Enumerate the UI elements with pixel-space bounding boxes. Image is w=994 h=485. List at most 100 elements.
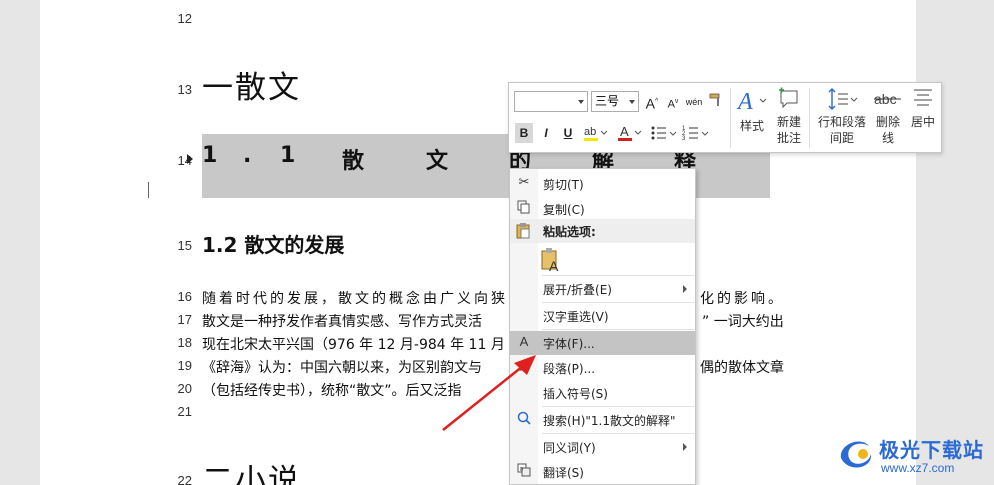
menu-item-label: 搜索(H)"1.1散文的解释" — [543, 414, 676, 428]
watermark-swirl-icon — [840, 441, 872, 468]
chevron-down-icon — [629, 100, 635, 104]
line-spacing-label: 行和段落 间距 — [817, 115, 866, 145]
heading-char: . — [243, 143, 254, 168]
menu-item-synonyms[interactable]: 同义词(Y) — [510, 435, 695, 459]
heading-1-novel[interactable]: 二小说 — [202, 455, 301, 485]
document-page[interactable]: 12 13 14 15 16 17 18 19 20 21 22 一散文 1 .… — [40, 0, 916, 485]
svg-text:A: A — [620, 124, 629, 139]
paragraph-line[interactable]: 散文是一种抒发作者真情实感、写作方式灵活 — [202, 311, 482, 331]
line-number: 13 — [177, 82, 192, 97]
numbering-button[interactable]: 123 — [681, 123, 711, 143]
styles-button[interactable]: A 样式 — [733, 87, 771, 149]
menu-item-translate[interactable]: a 翻译(S) — [510, 460, 695, 484]
menu-separator — [542, 329, 694, 330]
svg-text:A: A — [736, 89, 753, 115]
paste-options-label: 粘贴选项: — [543, 225, 596, 239]
text-cursor — [148, 182, 149, 198]
menu-item-insert-symbol[interactable]: 插入符号(S) — [510, 381, 695, 405]
line-number: 18 — [177, 335, 192, 350]
new-comment-button[interactable]: 新建 批注 — [772, 87, 806, 149]
line-number: 22 — [177, 473, 192, 485]
line-number: 21 — [177, 404, 192, 419]
menu-item-font[interactable]: A 字体(F)... — [510, 331, 695, 355]
strikethrough-button[interactable]: abc 删除 线 — [871, 87, 905, 149]
paragraph-tail[interactable]: ” 一词大约出 — [702, 311, 784, 331]
grow-font-button[interactable]: A^ — [643, 92, 661, 112]
new-comment-label: 新建 批注 — [776, 115, 801, 145]
bullets-button[interactable] — [649, 123, 679, 143]
menu-item-cut[interactable]: ✂ 剪切(T) — [510, 172, 695, 196]
context-menu: ✂ 剪切(T) 复制(C) 粘贴选项: A 展开/折叠(E) 汉字重选(V) A… — [509, 168, 696, 485]
svg-text:A: A — [549, 258, 559, 273]
menu-item-search[interactable]: 搜索(H)"1.1散文的解释" — [510, 408, 695, 432]
font-color-button[interactable]: A — [615, 123, 643, 143]
menu-item-label: 复制(C) — [543, 203, 585, 217]
shrink-font-button[interactable]: Av — [664, 92, 682, 112]
italic-button[interactable]: I — [537, 123, 555, 143]
menu-item-label: 汉字重选(V) — [543, 310, 609, 324]
menu-separator — [542, 406, 694, 407]
toolbar-separator — [730, 88, 731, 148]
center-align-button[interactable]: 居中 — [907, 87, 939, 149]
paragraph-line[interactable]: （包括经传史书），统称“散文”。后又泛指 — [202, 380, 462, 400]
watermark-logo: 极光下载站 www.xz7.com — [835, 432, 987, 478]
submenu-arrow-icon — [683, 443, 687, 451]
watermark-title: 极光下载站 — [879, 438, 984, 462]
paragraph-tail[interactable]: 化的影响。 — [700, 288, 785, 308]
format-painter-icon[interactable] — [707, 92, 725, 112]
heading-char: 1 — [280, 143, 298, 168]
font-icon: A — [519, 334, 529, 349]
copy-icon — [516, 200, 532, 216]
svg-text:3: 3 — [682, 136, 686, 142]
menu-item-reconvert[interactable]: 汉字重选(V) — [510, 304, 695, 328]
menu-separator — [542, 302, 694, 303]
phonetic-guide-icon[interactable]: wén — [685, 92, 703, 112]
paragraph-line[interactable]: 现在北宋太平兴国（976 年 12 月-984 年 11 月 — [202, 334, 505, 354]
watermark-url: www.xz7.com — [881, 461, 955, 475]
line-number: 16 — [177, 289, 192, 304]
toolbar-separator — [809, 88, 810, 148]
menu-item-copy[interactable]: 复制(C) — [510, 197, 695, 221]
line-number: 17 — [177, 312, 192, 327]
underline-button[interactable]: U — [559, 123, 577, 143]
menu-item-paragraph[interactable]: 段落(P)... — [510, 356, 695, 380]
menu-item-label: 字体(F)... — [543, 337, 595, 351]
center-label: 居中 — [910, 115, 935, 129]
font-name-box[interactable] — [514, 91, 588, 112]
menu-item-label: 展开/折叠(E) — [543, 283, 612, 297]
menu-item-label: 翻译(S) — [543, 466, 584, 480]
paragraph-line[interactable]: 随着时代的发展，散文的概念由广义向狭 — [202, 288, 508, 308]
chevron-down-icon — [578, 100, 584, 104]
line-spacing-button[interactable]: 行和段落 间距 — [814, 87, 870, 149]
mini-toolbar: 三号 A^ Av wén B I U ab A 123 A 样式 新建 批注 行… — [508, 82, 942, 153]
scissors-icon: ✂ — [518, 175, 530, 190]
styles-label: 样式 — [739, 119, 764, 133]
svg-text:a: a — [520, 466, 524, 473]
menu-item-label: 段落(P)... — [543, 362, 596, 376]
paragraph-icon — [516, 359, 532, 375]
heading-char: 散 — [342, 149, 367, 174]
bold-button[interactable]: B — [515, 123, 533, 143]
menu-item-label: 插入符号(S) — [543, 387, 608, 401]
font-size-value: 三号 — [595, 94, 620, 108]
paste-keep-text-only-button[interactable]: A — [540, 247, 564, 274]
search-icon — [516, 411, 532, 427]
collapse-triangle-icon[interactable] — [187, 154, 193, 164]
menu-separator — [542, 275, 694, 276]
paragraph-line[interactable]: 《辞海》认为：中国六朝以来，为区别韵文与 — [202, 357, 482, 377]
heading-char: 1 — [202, 143, 220, 168]
menu-item-label: 同义词(Y) — [543, 441, 596, 455]
paste-icon — [516, 223, 530, 243]
svg-text:ab: ab — [584, 126, 596, 138]
line-number: 15 — [177, 238, 192, 253]
highlight-color-button[interactable]: ab — [581, 123, 609, 143]
font-size-box[interactable]: 三号 — [591, 91, 639, 112]
menu-item-expand-collapse[interactable]: 展开/折叠(E) — [510, 277, 695, 301]
heading-1-prose[interactable]: 一散文 — [202, 62, 301, 107]
heading-char: 文 — [426, 149, 451, 174]
line-number: 12 — [177, 11, 192, 26]
strikethrough-label: 删除 线 — [875, 115, 900, 145]
paragraph-tail[interactable]: 偶的散体文章 — [700, 357, 784, 377]
grow-font-icon: A — [645, 95, 656, 112]
heading-3-development[interactable]: 1.2 散文的发展 — [202, 229, 344, 258]
